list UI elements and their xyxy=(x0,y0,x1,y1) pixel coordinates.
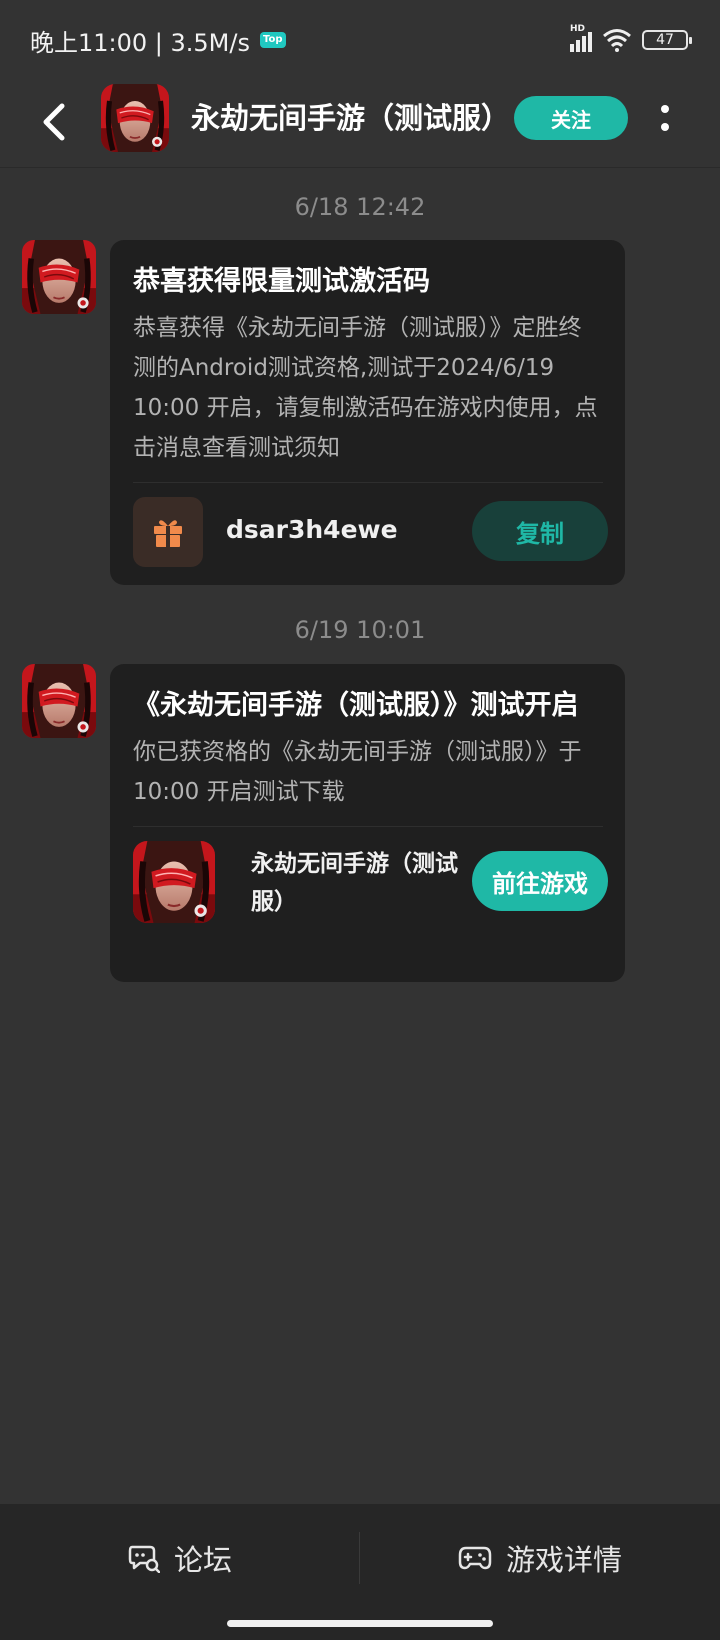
gift-icon xyxy=(133,497,203,567)
message-body: 你已获资格的《永劫无间手游（测试服）》于 10:00 开启测试下载 xyxy=(133,739,582,805)
activation-code-row: dsar3h4ewe 复制 xyxy=(133,483,608,587)
tab-forum[interactable]: 论坛 xyxy=(0,1504,360,1612)
tab-game-details-label: 游戏详情 xyxy=(505,1543,622,1577)
tab-forum-label: 论坛 xyxy=(173,1543,232,1577)
gamepad-icon xyxy=(458,1546,492,1570)
message-timestamp: 6/18 12:42 xyxy=(294,193,426,221)
wifi-icon xyxy=(603,29,631,52)
more-dots-icon[interactable] xyxy=(650,98,680,138)
goto-game-button[interactable]: 前往游戏 xyxy=(472,851,608,911)
page-title: 永劫无间手游（测试服） xyxy=(191,101,511,135)
status-bar: 晚上11:00 | 3.5M/s Top HD 47 xyxy=(0,0,720,80)
back-button[interactable] xyxy=(30,98,78,146)
message-body: 恭喜获得《永劫无间手游（测试服）》定胜终测的Android测试资格,测试于202… xyxy=(133,315,598,461)
message-card-test-open[interactable]: 《永劫无间手游（测试服）》测试开启 你已获资格的《永劫无间手游（测试服）》于 1… xyxy=(110,664,625,982)
network-label: HD xyxy=(570,24,586,34)
game-name: 永劫无间手游（测试服） xyxy=(251,851,458,915)
tab-game-details[interactable]: 游戏详情 xyxy=(360,1504,720,1612)
status-left: 晚上11:00 | 3.5M/s Top xyxy=(30,23,286,58)
top-badge: Top xyxy=(259,32,286,48)
message-card-activation[interactable]: 恭喜获得限量测试激活码 恭喜获得《永劫无间手游（测试服）》定胜终测的Androi… xyxy=(110,240,625,585)
sender-avatar[interactable] xyxy=(22,240,96,314)
message-timestamp: 6/19 10:01 xyxy=(294,616,426,644)
copy-button[interactable]: 复制 xyxy=(472,501,608,561)
bottom-separator xyxy=(359,1532,360,1584)
header: 永劫无间手游（测试服） 关注 xyxy=(0,80,720,168)
home-indicator[interactable] xyxy=(227,1620,493,1627)
game-avatar[interactable] xyxy=(101,84,169,152)
status-right: HD 47 xyxy=(570,24,692,52)
message-title: 《永劫无间手游（测试服）》测试开启 xyxy=(133,690,579,721)
battery-icon: 47 xyxy=(642,30,692,50)
game-link-row: 永劫无间手游（测试服） 前往游戏 xyxy=(133,827,608,931)
battery-level: 47 xyxy=(656,32,674,48)
message-title: 恭喜获得限量测试激活码 xyxy=(133,266,430,297)
status-time-speed: 晚上11:00 | 3.5M/s xyxy=(30,28,250,57)
chat-icon xyxy=(128,1545,160,1573)
sender-avatar[interactable] xyxy=(22,664,96,738)
game-thumbnail[interactable] xyxy=(133,841,215,923)
follow-button[interactable]: 关注 xyxy=(514,96,628,140)
signal-icon: HD xyxy=(570,24,592,52)
back-arrow-icon xyxy=(43,103,65,141)
activation-code: dsar3h4ewe xyxy=(226,515,398,544)
